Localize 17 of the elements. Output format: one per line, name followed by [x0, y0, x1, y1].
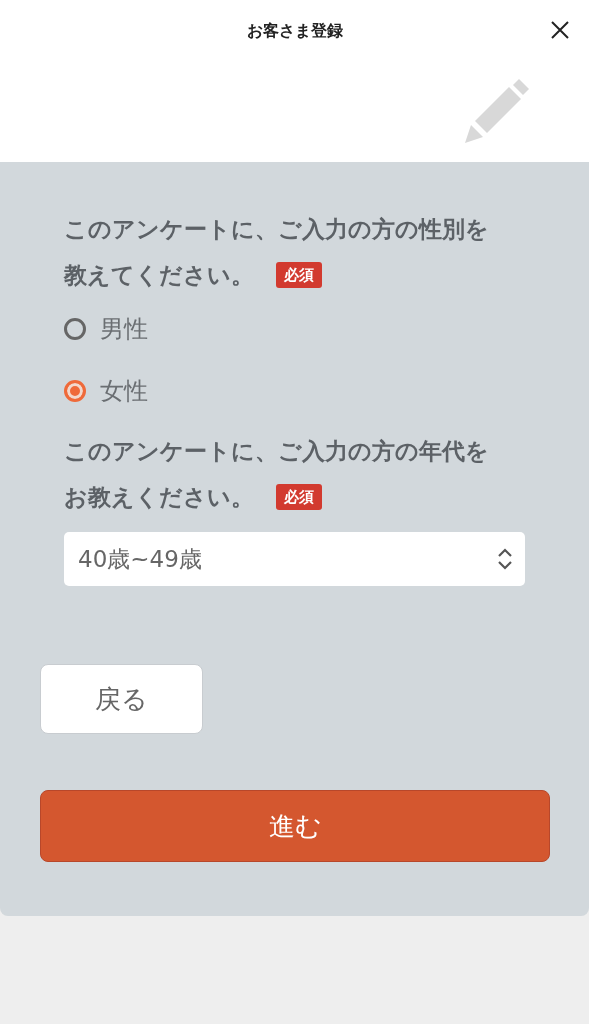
question-text: このアンケートに、ご入力の方の性別を — [64, 215, 490, 244]
back-button[interactable]: 戻る — [40, 664, 203, 734]
required-badge: 必須 — [276, 262, 322, 288]
required-badge: 必須 — [276, 484, 322, 510]
option-label[interactable]: 男性 — [100, 313, 148, 345]
close-icon[interactable] — [551, 21, 569, 39]
question-text: お教えください。 — [64, 483, 254, 512]
chevron-updown-icon — [497, 548, 513, 570]
radio-button[interactable] — [64, 380, 86, 402]
radio-button[interactable] — [64, 318, 86, 340]
pencil-icon — [463, 79, 529, 145]
question-text: 教えてください。 — [64, 261, 254, 290]
dialog-title: お客さま登録 — [246, 20, 343, 42]
question-text: このアンケートに、ご入力の方の年代を — [64, 437, 490, 466]
age-select[interactable]: 40歳~49歳 — [64, 532, 525, 586]
option-label[interactable]: 女性 — [100, 375, 148, 407]
next-button[interactable]: 進む — [40, 790, 550, 862]
